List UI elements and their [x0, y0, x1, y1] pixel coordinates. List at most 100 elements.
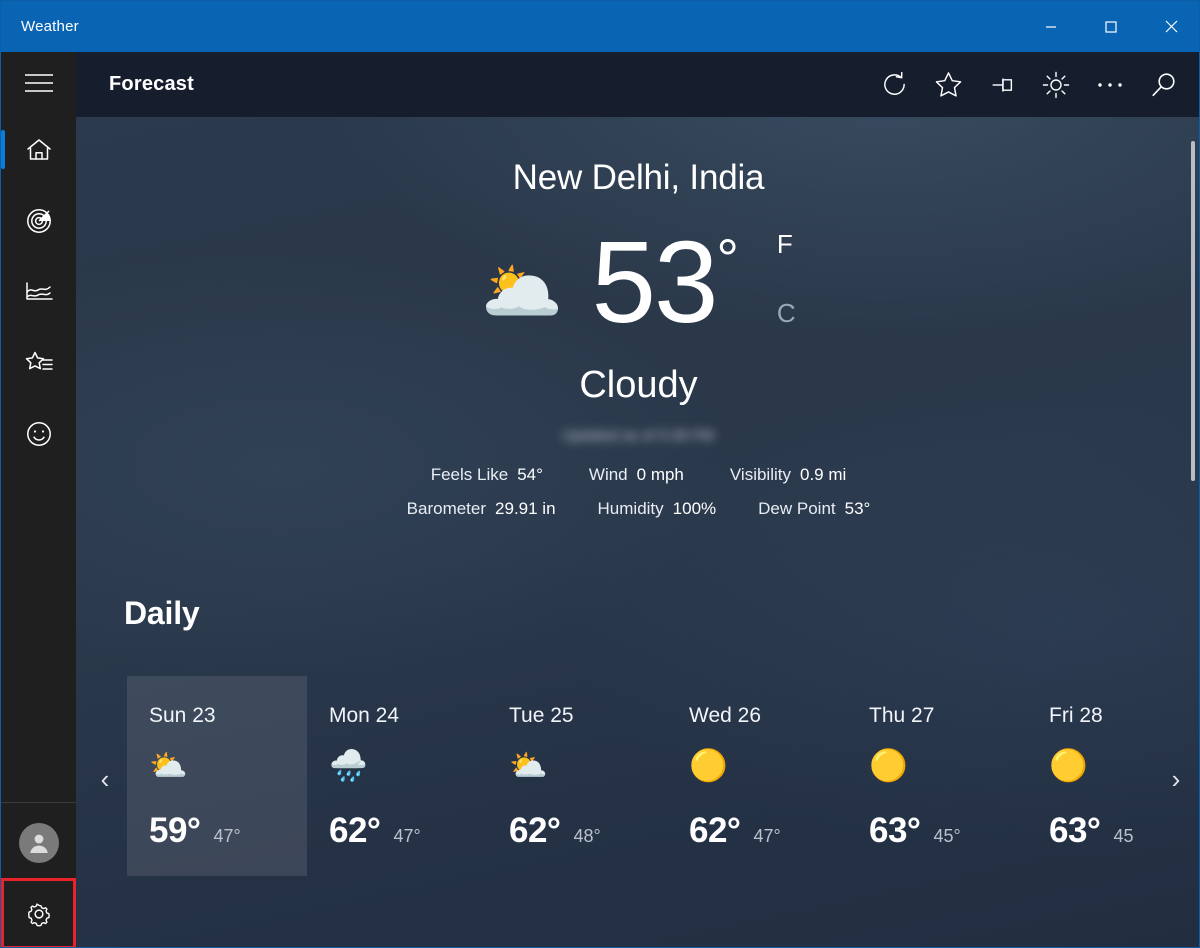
- daily-card-low: 48°: [573, 825, 601, 846]
- daily-card-low: 47°: [393, 825, 421, 846]
- daily-prev-button[interactable]: ‹: [90, 760, 120, 800]
- settings-button[interactable]: [1, 878, 76, 947]
- daily-card-high: 62°: [689, 810, 741, 850]
- daily-card-high: 63°: [1049, 810, 1101, 850]
- daily-card-low: 47°: [753, 825, 781, 846]
- current-conditions: New Delhi, India 🌥️ 53 ° F C Cloudy Upda…: [76, 117, 1199, 519]
- pin-icon: [987, 73, 1017, 97]
- refresh-icon: [881, 71, 908, 98]
- maximize-button[interactable]: [1081, 1, 1141, 52]
- hamburger-icon: [23, 72, 55, 94]
- current-temperature: 53 °: [591, 216, 739, 347]
- details-row-1: Feels Like 54° Wind 0 mph Visibility 0.9 mi: [431, 465, 847, 485]
- daily-card-temps: 59° 47°: [149, 811, 307, 851]
- partly-cloudy-icon: ⛅: [149, 747, 188, 783]
- window-controls: [1021, 1, 1199, 52]
- navigation-rail-bottom: [1, 802, 76, 947]
- favorite-button[interactable]: [921, 52, 975, 117]
- daily-card-temps: 63° 45°: [869, 811, 1027, 851]
- account-button[interactable]: [1, 807, 76, 878]
- updated-timestamp: Updated as of 5:39 PM: [562, 426, 715, 443]
- condition-text: Cloudy: [579, 363, 698, 406]
- daily-card-temps: 62° 47°: [689, 811, 847, 851]
- temperature-row: 🌥️ 53 ° F C: [76, 212, 1199, 352]
- scroll-area: New Delhi, India 🌥️ 53 ° F C Cloudy Upda…: [76, 117, 1199, 947]
- sunny-icon: 🟡: [869, 747, 908, 783]
- chart-icon: [24, 280, 54, 304]
- daily-cards: Sun 23 ⛅ 59° 47° Mon 24 🌧️ 62° 47° Tue 2…: [127, 675, 1199, 876]
- app-header: Forecast: [76, 52, 1199, 117]
- more-options-button[interactable]: [1083, 52, 1137, 117]
- hamburger-menu-button[interactable]: [1, 52, 76, 114]
- radar-icon: [25, 207, 53, 235]
- daily-card-tue-25[interactable]: Tue 25 ⛅ 62° 48°: [487, 676, 667, 876]
- unit-toggle: F C: [777, 229, 796, 329]
- daily-forecast: ‹ › Sun 23 ⛅ 59° 47° Mon 24 🌧️ 62° 47° T…: [76, 675, 1199, 876]
- background-button[interactable]: [1029, 52, 1083, 117]
- page-title: Forecast: [109, 73, 194, 95]
- header-actions: [867, 52, 1199, 117]
- title-bar: Weather: [1, 1, 1199, 52]
- rain-icon: 🌧️: [329, 747, 368, 783]
- location-name: New Delhi, India: [512, 158, 765, 197]
- minimize-button[interactable]: [1021, 1, 1081, 52]
- daily-card-high: 62°: [329, 810, 381, 850]
- daily-card-day: Sun 23: [149, 703, 216, 727]
- daily-card-temps: 62° 48°: [509, 811, 667, 851]
- current-condition-icon: 🌥️: [481, 253, 564, 328]
- sunny-icon: 🟡: [689, 747, 728, 783]
- daily-card-high: 63°: [869, 810, 921, 850]
- daily-card-low: 47°: [213, 825, 241, 846]
- daily-card-temps: 63° 45: [1049, 810, 1199, 851]
- degree-symbol: °: [716, 226, 739, 290]
- partly-cloudy-icon: ⛅: [509, 747, 548, 783]
- daily-card-thu-27[interactable]: Thu 27 🟡 63° 45°: [847, 676, 1027, 876]
- daily-card-low: 45°: [933, 825, 961, 846]
- navigation-rail-top: [1, 52, 76, 469]
- favorites-icon: [24, 350, 54, 376]
- daily-card-day: Fri 28: [1049, 703, 1103, 727]
- account-icon: [18, 822, 59, 863]
- pin-button[interactable]: [975, 52, 1029, 117]
- sidebar-item-news[interactable]: [1, 398, 76, 469]
- ellipsis-icon: [1097, 81, 1123, 89]
- daily-card-day: Mon 24: [329, 703, 400, 727]
- daily-next-button[interactable]: ›: [1161, 760, 1191, 800]
- detail-humidity: Humidity 100%: [597, 498, 717, 518]
- detail-visibility: Visibility 0.9 mi: [729, 464, 847, 484]
- sidebar-item-historical-weather[interactable]: [1, 256, 76, 327]
- daily-card-day: Thu 27: [869, 703, 935, 727]
- settings-gear-icon: [24, 899, 54, 929]
- home-icon: [25, 137, 53, 163]
- detail-barometer: Barometer 29.91 in: [406, 498, 556, 518]
- daily-card-low: 45: [1113, 825, 1134, 846]
- daily-heading: Daily: [124, 594, 200, 631]
- daily-card-day: Tue 25: [509, 703, 574, 727]
- daily-card-high: 62°: [509, 810, 561, 850]
- current-temperature-value: 53: [591, 216, 718, 347]
- navigation-rail: [1, 52, 76, 947]
- daily-card-high: 59°: [149, 810, 201, 850]
- unit-celsius[interactable]: C: [777, 298, 796, 329]
- sun-icon: [1042, 71, 1070, 99]
- daily-card-temps: 62° 47°: [329, 811, 487, 851]
- detail-wind: Wind 0 mph: [588, 464, 684, 484]
- window-title: Weather: [21, 18, 79, 35]
- search-button[interactable]: [1137, 52, 1191, 117]
- current-details: Feels Like 54° Wind 0 mph Visibility 0.9 mi…: [76, 465, 1199, 519]
- sidebar-item-favorites[interactable]: [1, 327, 76, 398]
- daily-card-mon-24[interactable]: Mon 24 🌧️ 62° 47°: [307, 676, 487, 876]
- search-icon: [1150, 71, 1178, 99]
- details-row-2: Barometer 29.91 in Humidity 100% Dew Point…: [407, 499, 871, 519]
- sidebar-item-maps[interactable]: [1, 185, 76, 256]
- refresh-button[interactable]: [867, 52, 921, 117]
- detail-feels-like: Feels Like 54°: [430, 464, 543, 484]
- star-icon: [934, 71, 963, 99]
- weather-app-window: Weather Forecast New Delhi, India 🌥️ 53 …: [0, 0, 1200, 948]
- close-button[interactable]: [1141, 1, 1199, 52]
- sidebar-item-forecast[interactable]: [1, 114, 76, 185]
- daily-card-sun-23[interactable]: Sun 23 ⛅ 59° 47°: [127, 675, 307, 876]
- daily-card-wed-26[interactable]: Wed 26 🟡 62° 47°: [667, 676, 847, 876]
- unit-fahrenheit[interactable]: F: [777, 229, 793, 260]
- news-icon: [25, 420, 53, 448]
